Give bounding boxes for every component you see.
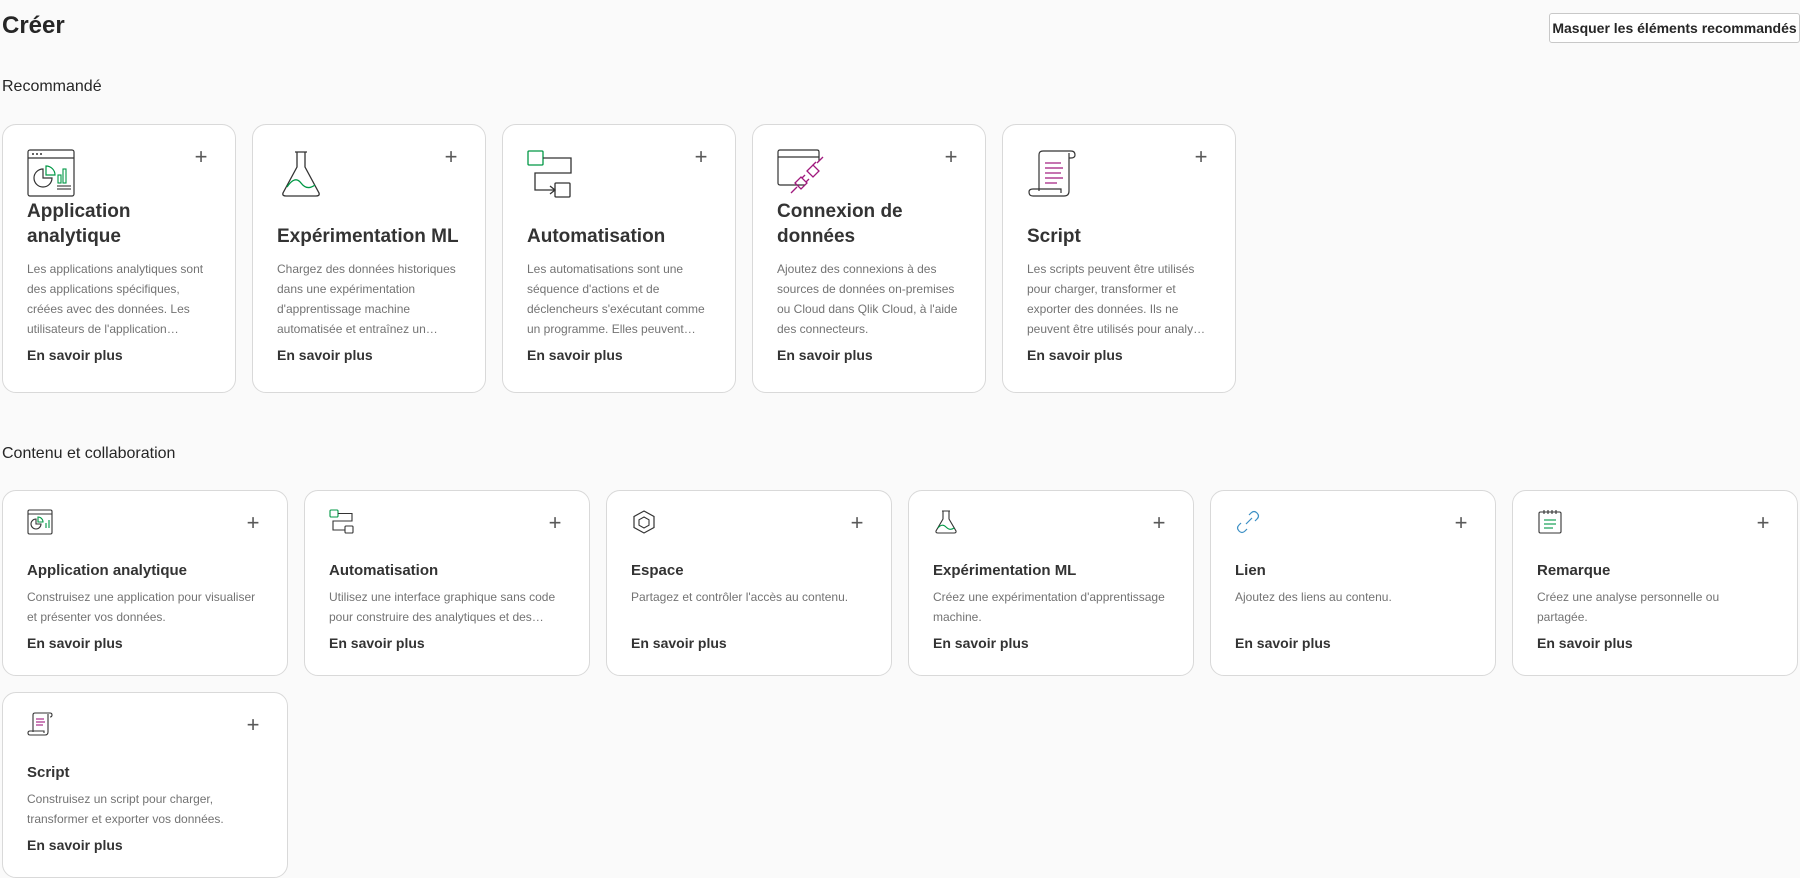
recommended-card-data-connection[interactable]: + Connexion de données Ajoutez des conne… xyxy=(752,124,986,393)
add-icon[interactable]: + xyxy=(1451,512,1471,534)
automation-icon xyxy=(329,509,354,534)
learn-more-link[interactable]: En savoir plus xyxy=(1235,635,1331,651)
card-description: Chargez des données historiques dans une… xyxy=(277,262,456,336)
add-icon[interactable]: + xyxy=(691,146,711,168)
card-description: Les scripts peuvent être utilisés pour c… xyxy=(1027,262,1210,336)
card-title: Espace xyxy=(631,562,684,579)
add-icon[interactable]: + xyxy=(1149,512,1169,534)
card-title: Automatisation xyxy=(527,226,666,247)
card-title: Application analytique xyxy=(27,562,188,579)
card-description: Créez une expérimentation d'apprentissag… xyxy=(933,590,1165,624)
page-title: Créer xyxy=(2,12,65,39)
card-description: Partagez et contrôler l'accès au contenu… xyxy=(631,590,849,604)
add-icon[interactable]: + xyxy=(191,146,211,168)
recommended-card-analytics-app[interactable]: + Application analytique Les application… xyxy=(2,124,236,393)
recommended-card-ml-experiment[interactable]: + Expérimentation ML Chargez des données… xyxy=(252,124,486,393)
content-card-automation[interactable]: + Automatisation Utilisez une interface … xyxy=(304,490,590,676)
add-icon[interactable]: + xyxy=(243,512,263,534)
space-cube-icon xyxy=(633,510,655,534)
card-title: Connexion de données xyxy=(777,201,903,247)
learn-more-link[interactable]: En savoir plus xyxy=(27,635,123,651)
card-title: Expérimentation ML xyxy=(933,562,1077,579)
recommended-section-title: Recommandé xyxy=(2,78,102,95)
add-icon[interactable]: + xyxy=(847,512,867,534)
link-icon xyxy=(1236,510,1260,534)
card-title: Remarque xyxy=(1537,562,1611,579)
learn-more-link[interactable]: En savoir plus xyxy=(329,635,425,651)
content-card-script[interactable]: + Script Construisez un script pour char… xyxy=(2,692,288,878)
card-description: Construisez un script pour charger, tran… xyxy=(27,792,224,826)
add-icon[interactable]: + xyxy=(1753,512,1773,534)
recommended-card-automation[interactable]: + Automatisation Les automatisations son… xyxy=(502,124,736,393)
content-cards: + Application analytique Construisez une… xyxy=(2,490,1800,878)
card-title: Expérimentation ML xyxy=(277,226,459,247)
learn-more-link[interactable]: En savoir plus xyxy=(277,347,373,363)
card-description: Ajoutez des liens au contenu. xyxy=(1235,590,1392,604)
data-connection-icon xyxy=(777,149,824,194)
learn-more-link[interactable]: En savoir plus xyxy=(27,837,123,853)
content-card-space[interactable]: + Espace Partagez et contrôler l'accès a… xyxy=(606,490,892,676)
ml-flask-icon xyxy=(282,151,320,197)
recommended-card-script[interactable]: + Script Les scripts peuvent être utilis… xyxy=(1002,124,1236,393)
card-title: Script xyxy=(1027,226,1081,247)
card-title: Application analytique xyxy=(27,201,131,247)
learn-more-link[interactable]: En savoir plus xyxy=(631,635,727,651)
add-icon[interactable]: + xyxy=(1191,146,1211,168)
card-title: Script xyxy=(27,764,70,781)
content-card-analytics-app[interactable]: + Application analytique Construisez une… xyxy=(2,490,288,676)
ml-flask-icon xyxy=(935,510,957,534)
card-title: Lien xyxy=(1235,562,1266,579)
card-description: Utilisez une interface graphique sans co… xyxy=(329,590,556,624)
add-icon[interactable]: + xyxy=(243,714,263,736)
hide-recommended-button[interactable]: Masquer les éléments recommandés xyxy=(1549,13,1800,43)
card-description: Les applications analytiques sont des ap… xyxy=(27,262,204,336)
script-scroll-icon xyxy=(1028,150,1076,197)
learn-more-link[interactable]: En savoir plus xyxy=(527,347,623,363)
content-section-title: Contenu et collaboration xyxy=(2,445,176,462)
note-icon xyxy=(1538,510,1562,534)
learn-more-link[interactable]: En savoir plus xyxy=(1537,635,1633,651)
content-card-note[interactable]: + Remarque Créez une analyse personnelle… xyxy=(1512,490,1798,676)
analytics-app-icon xyxy=(27,509,53,535)
add-icon[interactable]: + xyxy=(441,146,461,168)
recommended-cards: + Application analytique Les application… xyxy=(2,124,1236,393)
add-icon[interactable]: + xyxy=(545,512,565,534)
card-description: Construisez une application pour visuali… xyxy=(27,590,256,624)
card-title: Automatisation xyxy=(329,562,439,579)
content-card-link[interactable]: + Lien Ajoutez des liens au contenu. En … xyxy=(1210,490,1496,676)
card-description: Les automatisations sont une séquence d'… xyxy=(527,262,705,336)
automation-icon xyxy=(527,150,572,198)
content-card-ml-experiment[interactable]: + Expérimentation ML Créez une expérimen… xyxy=(908,490,1194,676)
add-icon[interactable]: + xyxy=(941,146,961,168)
card-description: Ajoutez des connexions à des sources de … xyxy=(777,262,958,336)
learn-more-link[interactable]: En savoir plus xyxy=(777,347,873,363)
script-scroll-icon xyxy=(27,712,53,736)
analytics-app-icon xyxy=(27,149,75,197)
learn-more-link[interactable]: En savoir plus xyxy=(27,347,123,363)
learn-more-link[interactable]: En savoir plus xyxy=(933,635,1029,651)
learn-more-link[interactable]: En savoir plus xyxy=(1027,347,1123,363)
card-description: Créez une analyse personnelle ou partagé… xyxy=(1537,590,1720,624)
